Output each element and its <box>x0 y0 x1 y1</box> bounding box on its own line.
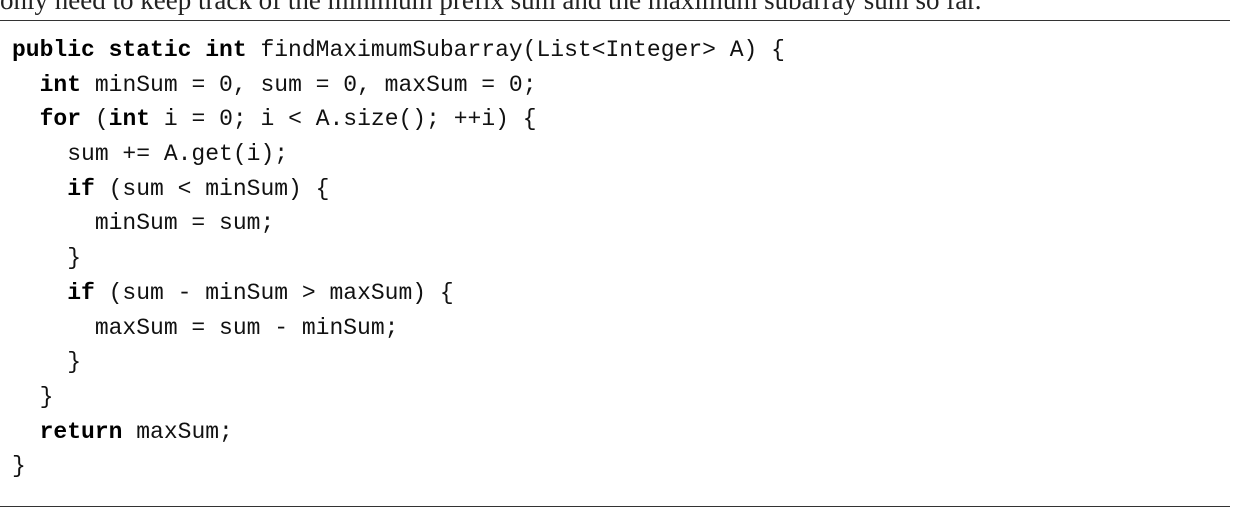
code-token: ( <box>81 106 109 133</box>
code-line: } <box>12 345 785 380</box>
code-line: return maxSum; <box>12 415 785 450</box>
code-keyword: int <box>39 71 82 98</box>
code-line: maxSum = sum - minSum; <box>12 311 785 346</box>
code-keyword: int <box>108 106 151 133</box>
code-token: } <box>12 453 26 480</box>
code-line: if (sum < minSum) { <box>12 172 785 207</box>
code-line: } <box>12 449 785 484</box>
code-line: sum += A.get(i); <box>12 137 785 172</box>
code-keyword: if <box>67 279 95 306</box>
code-keyword: public static int <box>12 37 247 63</box>
code-token: i = 0; i < A.size(); ++i) { <box>150 106 537 133</box>
code-token: } <box>12 383 54 410</box>
code-token: (sum < minSum) { <box>94 175 330 202</box>
code-line: } <box>12 241 785 276</box>
code-line: } <box>12 380 785 415</box>
code-keyword: for <box>39 106 82 133</box>
code-line: if (sum - minSum > maxSum) { <box>12 276 785 311</box>
bottom-rule <box>0 506 1230 507</box>
code-token: (sum - minSum > maxSum) { <box>94 279 454 306</box>
code-token: maxSum; <box>122 418 233 445</box>
code-keyword: if <box>67 175 95 202</box>
code-token: sum += A.get(i); <box>12 141 289 168</box>
code-line: public static int findMaximumSubarray(Li… <box>12 33 785 68</box>
code-token: minSum = sum; <box>12 210 275 237</box>
code-token: minSum = 0, sum = 0, maxSum = 0; <box>81 71 537 98</box>
code-keyword: return <box>39 418 123 445</box>
code-token: findMaximumSubarray(List<Integer> A) { <box>246 37 785 63</box>
code-line: for (int i = 0; i < A.size(); ++i) { <box>12 102 785 137</box>
top-rule <box>0 20 1230 21</box>
code-token: maxSum = sum - minSum; <box>12 314 399 341</box>
code-listing: public static int findMaximumSubarray(Li… <box>12 33 785 484</box>
code-line: int minSum = 0, sum = 0, maxSum = 0; <box>12 68 785 103</box>
cropped-intro-text: only need to keep track of the minimum p… <box>0 0 982 15</box>
code-token: } <box>12 349 82 376</box>
code-token: } <box>12 245 82 272</box>
code-line: minSum = sum; <box>12 206 785 241</box>
